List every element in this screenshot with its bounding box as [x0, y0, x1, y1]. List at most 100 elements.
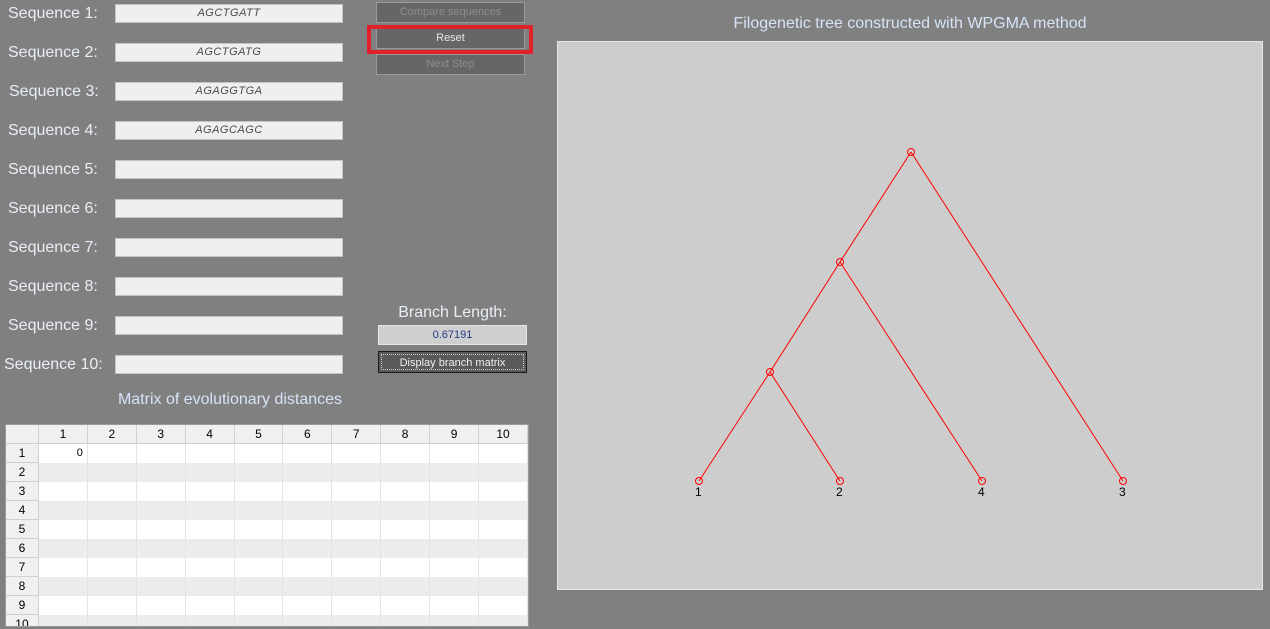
matrix-cell[interactable] [380, 538, 431, 558]
matrix-cell[interactable] [380, 519, 431, 539]
sequence-4-input[interactable]: AGAGCAGC [115, 121, 343, 140]
matrix-cell[interactable] [282, 576, 333, 596]
matrix-cell[interactable] [478, 462, 528, 482]
matrix-cell[interactable] [429, 481, 479, 501]
matrix-cell[interactable] [185, 500, 235, 520]
matrix-cell[interactable] [429, 500, 479, 520]
matrix-cell[interactable] [185, 614, 235, 626]
matrix-cell[interactable] [380, 481, 431, 501]
matrix-cell[interactable] [331, 595, 382, 615]
matrix-cell[interactable] [380, 443, 431, 463]
matrix-cell[interactable] [331, 614, 382, 626]
matrix-cell[interactable] [478, 443, 528, 463]
sequence-10-input[interactable] [115, 355, 343, 374]
matrix-cell[interactable] [136, 576, 186, 596]
matrix-cell[interactable] [282, 557, 333, 577]
matrix-cell[interactable] [234, 462, 284, 482]
matrix-cell[interactable] [185, 595, 235, 615]
sequence-3-input[interactable]: AGAGGTGA [115, 82, 343, 101]
matrix-cell[interactable] [331, 576, 382, 596]
next-step-button[interactable]: Next Step [376, 54, 525, 75]
matrix-cell[interactable] [136, 500, 186, 520]
matrix-cell[interactable] [478, 481, 528, 501]
matrix-cell[interactable] [282, 500, 333, 520]
matrix-cell[interactable] [331, 462, 382, 482]
matrix-cell[interactable] [38, 481, 88, 501]
matrix-cell[interactable] [429, 595, 479, 615]
matrix-cell[interactable] [87, 481, 137, 501]
matrix-cell[interactable] [87, 557, 137, 577]
matrix-cell[interactable] [282, 614, 333, 626]
matrix-cell[interactable] [331, 443, 382, 463]
matrix-cell[interactable] [380, 462, 431, 482]
sequence-9-input[interactable] [115, 316, 343, 335]
matrix-cell[interactable] [429, 576, 479, 596]
matrix-cell[interactable] [185, 557, 235, 577]
matrix-cell[interactable] [478, 557, 528, 577]
matrix-cell[interactable] [234, 500, 284, 520]
matrix-cell[interactable] [185, 481, 235, 501]
matrix-cell[interactable] [38, 557, 88, 577]
matrix-cell[interactable] [38, 595, 88, 615]
matrix-cell[interactable] [136, 443, 186, 463]
matrix-cell[interactable] [38, 614, 88, 626]
matrix-cell[interactable] [478, 500, 528, 520]
matrix-cell[interactable] [331, 538, 382, 558]
matrix-cell[interactable] [380, 614, 431, 626]
matrix-cell[interactable] [478, 538, 528, 558]
sequence-1-input[interactable]: AGCTGATT [115, 4, 343, 23]
matrix-cell[interactable] [429, 557, 479, 577]
matrix-cell[interactable] [380, 557, 431, 577]
matrix-cell[interactable] [136, 595, 186, 615]
matrix-cell[interactable] [429, 519, 479, 539]
matrix-cell[interactable] [331, 481, 382, 501]
matrix-cell[interactable] [380, 576, 431, 596]
sequence-2-input[interactable]: AGCTGATG [115, 43, 343, 62]
matrix-cell[interactable] [429, 443, 479, 463]
sequence-8-input[interactable] [115, 277, 343, 296]
matrix-cell[interactable] [282, 462, 333, 482]
matrix-cell[interactable] [234, 519, 284, 539]
matrix-cell[interactable] [429, 462, 479, 482]
matrix-cell[interactable] [478, 595, 528, 615]
matrix-cell[interactable] [429, 614, 479, 626]
matrix-cell[interactable] [282, 595, 333, 615]
sequence-7-input[interactable] [115, 238, 343, 257]
matrix-cell[interactable] [234, 614, 284, 626]
matrix-cell[interactable] [234, 443, 284, 463]
matrix-cell[interactable] [331, 519, 382, 539]
matrix-cell[interactable] [380, 500, 431, 520]
matrix-cell[interactable] [87, 595, 137, 615]
matrix-cell[interactable] [478, 614, 528, 626]
matrix-cell[interactable] [38, 519, 88, 539]
matrix-cell[interactable] [282, 443, 333, 463]
matrix-cell[interactable] [185, 576, 235, 596]
matrix-cell[interactable] [136, 462, 186, 482]
matrix-cell[interactable] [282, 538, 333, 558]
matrix-cell[interactable] [136, 519, 186, 539]
matrix-cell[interactable] [38, 538, 88, 558]
matrix-cell[interactable] [429, 538, 479, 558]
sequence-5-input[interactable] [115, 160, 343, 179]
matrix-cell[interactable] [234, 557, 284, 577]
matrix-cell[interactable] [38, 576, 88, 596]
matrix-cell[interactable] [478, 519, 528, 539]
matrix-cell[interactable] [380, 595, 431, 615]
matrix-cell[interactable] [234, 576, 284, 596]
matrix-cell[interactable] [87, 462, 137, 482]
matrix-cell[interactable]: 0 [38, 443, 88, 463]
matrix-cell[interactable] [87, 576, 137, 596]
matrix-cell[interactable] [87, 443, 137, 463]
matrix-cell[interactable] [234, 538, 284, 558]
matrix-cell[interactable] [282, 519, 333, 539]
matrix-cell[interactable] [331, 500, 382, 520]
matrix-cell[interactable] [234, 595, 284, 615]
matrix-cell[interactable] [87, 614, 137, 626]
matrix-cell[interactable] [185, 538, 235, 558]
matrix-cell[interactable] [136, 538, 186, 558]
matrix-cell[interactable] [136, 481, 186, 501]
matrix-cell[interactable] [185, 519, 235, 539]
compare-sequences-button[interactable]: Compare sequences [376, 2, 525, 23]
matrix-cell[interactable] [87, 519, 137, 539]
matrix-cell[interactable] [234, 481, 284, 501]
